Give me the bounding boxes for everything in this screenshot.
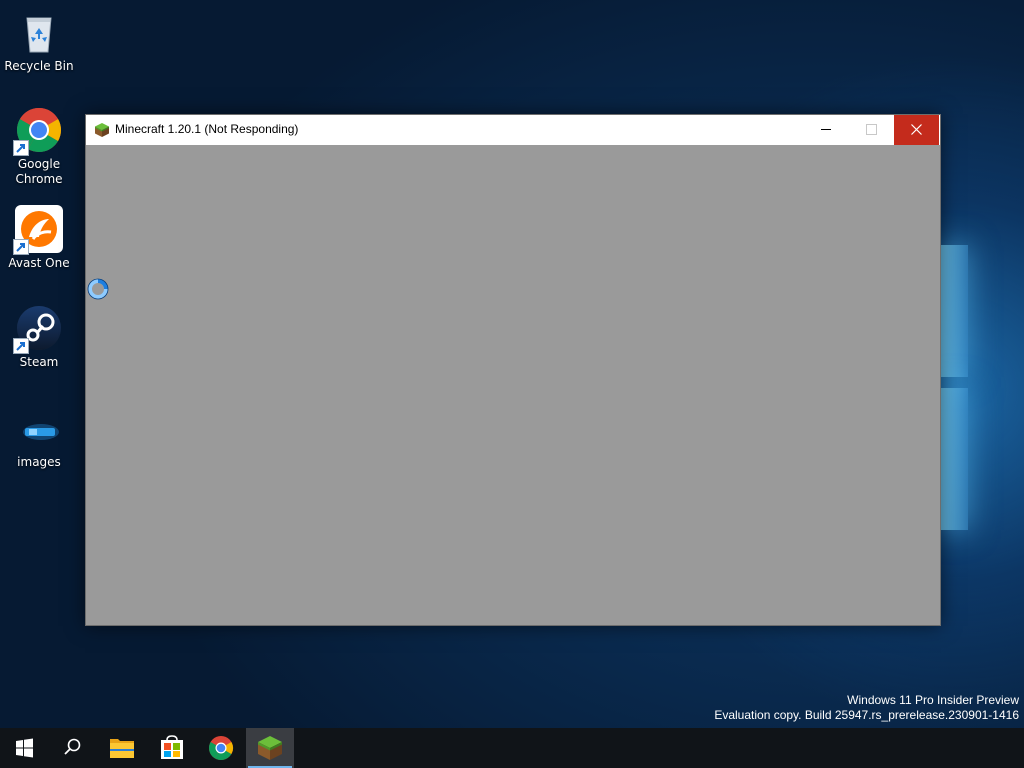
recycle-bin-icon bbox=[15, 8, 63, 56]
steam-icon bbox=[13, 304, 63, 354]
taskbar-file-explorer[interactable] bbox=[98, 728, 146, 768]
taskbar-chrome[interactable] bbox=[197, 728, 245, 768]
desktop-icon-label: Recycle Bin bbox=[4, 59, 74, 73]
shortcut-arrow-icon bbox=[13, 338, 29, 354]
desktop-icon-label: Steam bbox=[19, 355, 59, 369]
maximize-button[interactable] bbox=[849, 115, 894, 145]
minecraft-grass-block-icon bbox=[258, 736, 282, 760]
windows-logo-wallpaper bbox=[938, 245, 968, 530]
title-bar[interactable]: Minecraft 1.20.1 (Not Responding) bbox=[86, 115, 940, 145]
desktop-icon-label: Avast One bbox=[8, 256, 70, 270]
taskbar-search-button[interactable] bbox=[48, 728, 96, 768]
desktop-icon-label: images bbox=[17, 455, 61, 469]
taskbar-minecraft[interactable] bbox=[246, 728, 294, 768]
chrome-icon bbox=[13, 106, 63, 156]
watermark-line-2: Evaluation copy. Build 25947.rs_prerelea… bbox=[714, 708, 1019, 722]
close-button[interactable] bbox=[894, 115, 939, 145]
desktop-icon-label: Google Chrome bbox=[15, 157, 63, 186]
busy-cursor-icon bbox=[87, 278, 109, 300]
search-icon bbox=[64, 738, 81, 755]
close-icon bbox=[911, 124, 922, 135]
taskbar bbox=[0, 728, 1024, 768]
window-title: Minecraft 1.20.1 (Not Responding) bbox=[115, 122, 299, 136]
maximize-icon bbox=[866, 124, 877, 135]
shortcut-arrow-icon bbox=[13, 140, 29, 156]
taskbar-microsoft-store[interactable] bbox=[148, 728, 196, 768]
evaluation-watermark: Windows 11 Pro Insider Preview Evaluatio… bbox=[714, 693, 1019, 723]
avast-icon bbox=[13, 205, 63, 255]
minecraft-window[interactable]: Minecraft 1.20.1 (Not Responding) bbox=[85, 114, 941, 626]
watermark-line-1: Windows 11 Pro Insider Preview bbox=[847, 693, 1019, 707]
windows-start-icon bbox=[16, 738, 33, 758]
desktop-icon-recycle-bin[interactable]: Recycle Bin bbox=[0, 8, 78, 74]
desktop-icon-steam[interactable]: Steam bbox=[0, 304, 78, 370]
desktop-icon-avast-one[interactable]: Avast One bbox=[0, 205, 78, 271]
shortcut-arrow-icon bbox=[13, 239, 29, 255]
store-icon bbox=[161, 735, 183, 759]
folder-icon bbox=[110, 739, 134, 758]
minimize-button[interactable] bbox=[804, 115, 849, 145]
folder-images-icon bbox=[15, 404, 63, 452]
chrome-icon bbox=[208, 736, 234, 761]
start-button[interactable] bbox=[0, 728, 48, 768]
desktop-icon-google-chrome[interactable]: Google Chrome bbox=[0, 106, 78, 187]
minecraft-grass-block-icon bbox=[94, 122, 110, 138]
desktop-icon-images[interactable]: images bbox=[0, 404, 78, 470]
minimize-icon bbox=[821, 129, 831, 130]
window-client-area[interactable] bbox=[86, 145, 940, 625]
